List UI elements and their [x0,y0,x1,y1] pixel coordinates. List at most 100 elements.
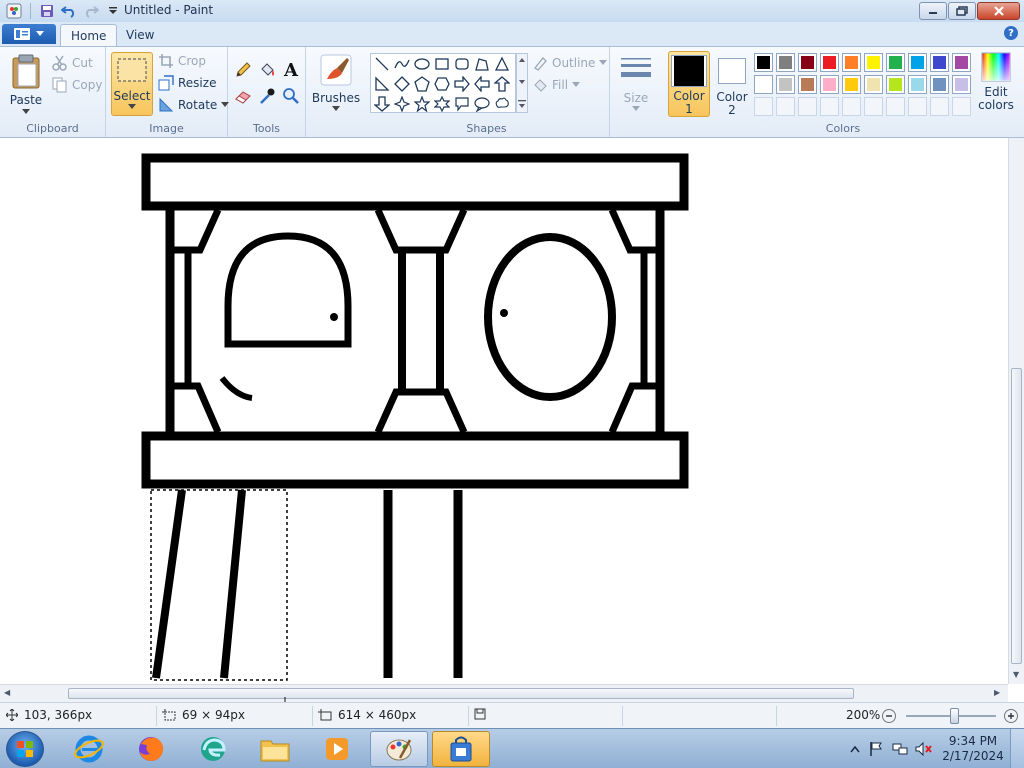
diamond-shape-icon[interactable] [392,74,412,94]
canvas-workspace[interactable] [0,138,1008,684]
rounded-callout-icon[interactable] [452,94,472,114]
tab-view[interactable]: View [116,24,164,46]
palette-swatch[interactable] [798,53,817,72]
taskbar-active-app[interactable] [432,731,490,767]
palette-custom-slot[interactable] [776,97,795,116]
palette-swatch[interactable] [952,53,971,72]
palette-swatch[interactable] [930,53,949,72]
palette-swatch[interactable] [776,53,795,72]
magnifier-icon[interactable] [280,85,302,107]
close-button[interactable] [977,2,1020,20]
palette-custom-slot[interactable] [864,97,883,116]
select-button[interactable]: Select [111,52,153,116]
palette-swatch[interactable] [820,75,839,94]
palette-custom-slot[interactable] [886,97,905,116]
customize-qat-icon[interactable] [103,2,123,20]
four-point-star-icon[interactable] [392,94,412,114]
drawing-canvas[interactable] [0,138,1008,684]
right-triangle-shape-icon[interactable] [372,74,392,94]
volume-muted-icon[interactable] [912,741,936,757]
cut-button[interactable]: Cut [52,53,93,73]
palette-swatch[interactable] [842,53,861,72]
shapes-gallery-scroll[interactable] [516,53,528,113]
palette-swatch[interactable] [776,75,795,94]
palette-swatch[interactable] [908,75,927,94]
taskbar-media-player[interactable] [308,731,366,767]
minimize-button[interactable] [919,2,947,20]
zoom-out-icon[interactable] [882,709,896,723]
horizontal-scrollbar[interactable]: ◀ ▶ [0,684,1008,702]
taskbar-edge[interactable] [184,731,242,767]
palette-custom-slot[interactable] [842,97,861,116]
scroll-down-arrow-icon[interactable]: ▼ [1013,670,1019,679]
pencil-icon[interactable] [232,59,254,81]
edit-colors-button[interactable]: Edit colors [976,51,1016,117]
hexagon-shape-icon[interactable] [432,74,452,94]
size-button[interactable]: Size [618,53,654,112]
color1-button[interactable]: Color 1 [668,51,710,117]
scroll-left-arrow-icon[interactable]: ◀ [4,688,10,697]
palette-custom-slot[interactable] [798,97,817,116]
palette-custom-slot[interactable] [754,97,773,116]
palette-swatch[interactable] [820,53,839,72]
tab-home[interactable]: Home [60,24,118,46]
palette-swatch[interactable] [886,53,905,72]
restore-button[interactable] [948,2,976,20]
horizontal-scroll-thumb[interactable] [68,688,854,699]
curve-shape-icon[interactable] [392,54,412,74]
left-arrow-shape-icon[interactable] [472,74,492,94]
taskbar-internet-explorer[interactable] [60,731,118,767]
brushes-button[interactable]: Brushes [312,53,360,112]
crop-button[interactable]: Crop [158,51,206,71]
palette-custom-slot[interactable] [930,97,949,116]
taskbar-paint[interactable] [370,731,428,767]
rounded-rectangle-shape-icon[interactable] [452,54,472,74]
eraser-icon[interactable] [232,85,254,107]
palette-swatch[interactable] [886,75,905,94]
zoom-slider-thumb[interactable] [950,708,959,724]
undo-icon[interactable] [59,2,79,20]
line-shape-icon[interactable] [372,54,392,74]
rotate-button[interactable]: Rotate [158,95,230,115]
save-icon[interactable] [37,2,57,20]
resize-button[interactable]: Resize [158,73,216,93]
palette-swatch[interactable] [864,53,883,72]
zoom-in-icon[interactable] [1004,709,1018,723]
help-icon[interactable]: ? [1004,26,1018,40]
vertical-scroll-thumb[interactable] [1011,368,1022,664]
up-arrow-shape-icon[interactable] [492,74,512,94]
right-arrow-shape-icon[interactable] [452,74,472,94]
paste-button[interactable]: Paste [6,53,46,115]
rectangle-shape-icon[interactable] [432,54,452,74]
vertical-scrollbar[interactable]: ▼ [1008,138,1024,684]
palette-swatch[interactable] [930,75,949,94]
cloud-callout-icon[interactable] [492,94,512,114]
start-button[interactable] [6,731,44,767]
taskbar-file-explorer[interactable] [246,731,304,767]
palette-swatch[interactable] [842,75,861,94]
down-arrow-shape-icon[interactable] [372,94,392,114]
palette-swatch[interactable] [798,75,817,94]
palette-swatch[interactable] [864,75,883,94]
pentagon-shape-icon[interactable] [412,74,432,94]
fill-bucket-icon[interactable] [256,59,278,81]
polygon-shape-icon[interactable] [472,54,492,74]
color-picker-icon[interactable] [256,85,278,107]
oval-shape-icon[interactable] [412,54,432,74]
paint-menu-button[interactable] [2,24,56,44]
paint-app-icon[interactable] [4,2,24,20]
palette-custom-slot[interactable] [952,97,971,116]
palette-swatch[interactable] [754,75,773,94]
palette-swatch[interactable] [908,53,927,72]
scroll-right-arrow-icon[interactable]: ▶ [994,688,1000,697]
fill-button[interactable]: Fill [532,75,581,95]
show-desktop-button[interactable] [1010,729,1024,768]
five-point-star-icon[interactable] [412,94,432,114]
palette-swatch[interactable] [754,53,773,72]
outline-button[interactable]: Outline [532,53,608,73]
palette-custom-slot[interactable] [820,97,839,116]
taskbar-firefox[interactable] [122,731,180,767]
oval-callout-icon[interactable] [472,94,492,114]
color2-button[interactable]: Color 2 [712,51,752,117]
redo-icon[interactable] [81,2,101,20]
